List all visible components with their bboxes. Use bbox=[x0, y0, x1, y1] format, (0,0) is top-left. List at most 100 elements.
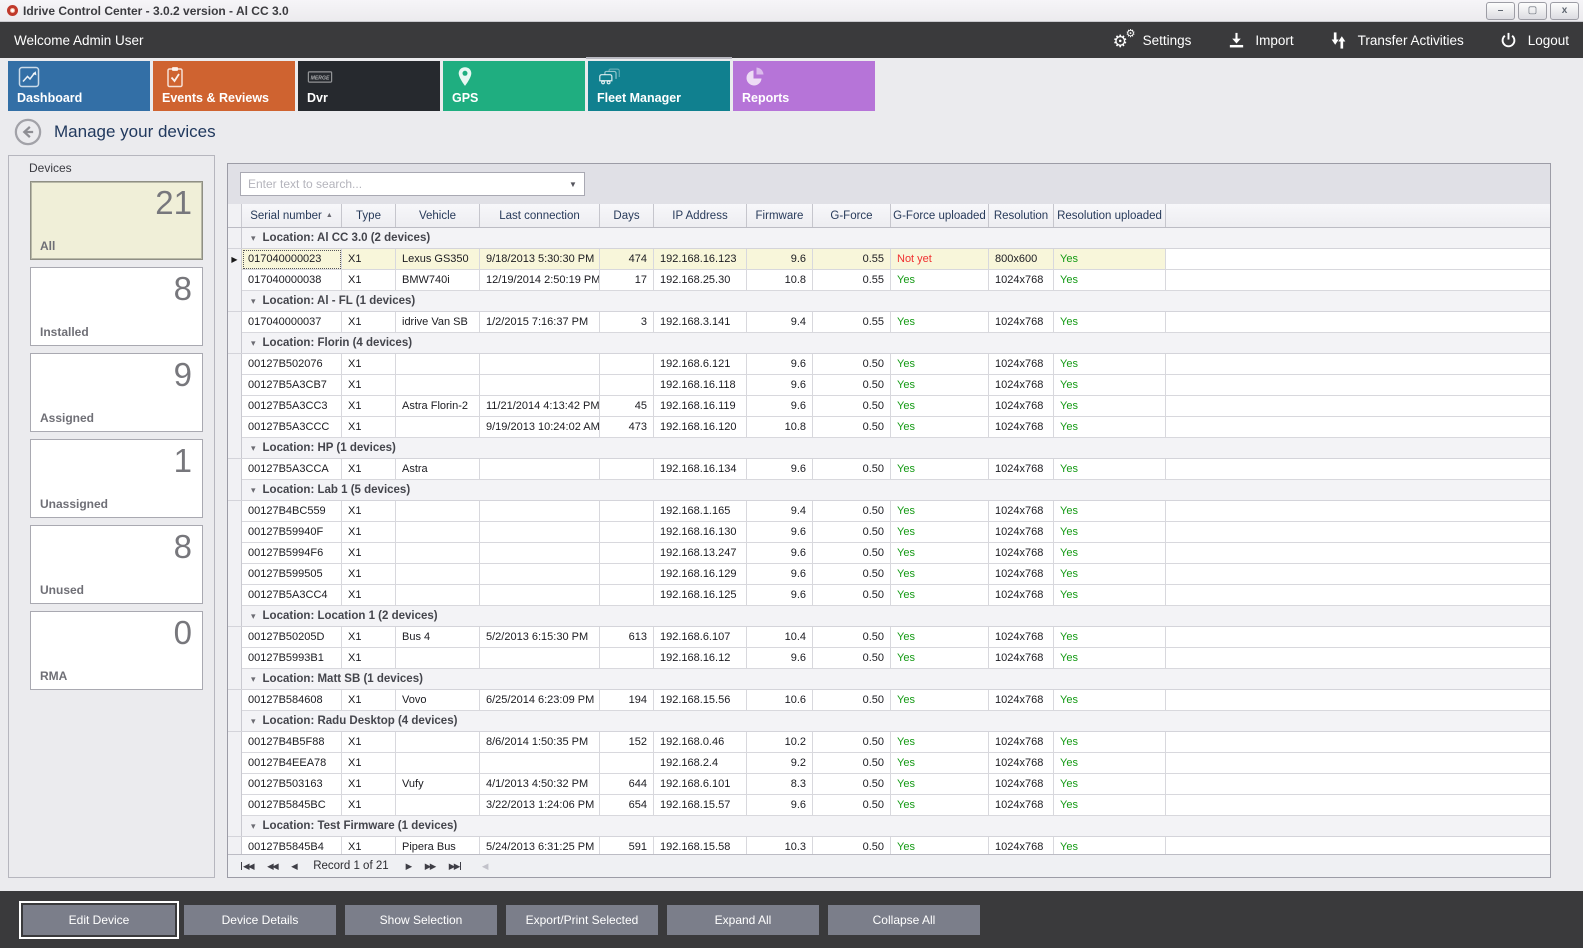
cell-vehicle[interactable] bbox=[396, 795, 480, 816]
cell-resolution[interactable]: 1024x768 bbox=[989, 543, 1054, 564]
cell-resolution-uploaded[interactable]: Yes bbox=[1054, 774, 1166, 795]
device-row[interactable]: 00127B59940FX1192.168.16.1309.60.50Yes10… bbox=[228, 522, 1550, 543]
device-row[interactable]: 00127B503163X1Vufy4/1/2013 4:50:32 PM644… bbox=[228, 774, 1550, 795]
cell-g-force-uploaded[interactable]: Yes bbox=[891, 417, 989, 438]
cell-g-force-uploaded[interactable]: Yes bbox=[891, 690, 989, 711]
column-header-resolution[interactable]: Resolution bbox=[989, 204, 1054, 227]
cell-resolution-uploaded[interactable]: Yes bbox=[1054, 270, 1166, 291]
cell-resolution[interactable]: 1024x768 bbox=[989, 585, 1054, 606]
cell-type[interactable]: X1 bbox=[342, 459, 396, 480]
maximize-button[interactable]: ▢ bbox=[1518, 2, 1547, 20]
cell-days[interactable] bbox=[600, 375, 654, 396]
cell-g-force-uploaded[interactable]: Yes bbox=[891, 270, 989, 291]
cell-last-connection[interactable]: 6/25/2014 6:23:09 PM bbox=[480, 690, 600, 711]
cell-type[interactable]: X1 bbox=[342, 396, 396, 417]
cell-g-force[interactable]: 0.50 bbox=[813, 648, 891, 669]
cell-type[interactable]: X1 bbox=[342, 648, 396, 669]
back-button[interactable] bbox=[14, 118, 42, 146]
cell-last-connection[interactable] bbox=[480, 753, 600, 774]
cell-vehicle[interactable] bbox=[396, 501, 480, 522]
cell-type[interactable]: X1 bbox=[342, 837, 396, 854]
cell-vehicle[interactable] bbox=[396, 585, 480, 606]
cell-type[interactable]: X1 bbox=[342, 501, 396, 522]
cell-last-connection[interactable] bbox=[480, 564, 600, 585]
cell-resolution[interactable]: 1024x768 bbox=[989, 522, 1054, 543]
cell-last-connection[interactable] bbox=[480, 459, 600, 480]
cell-ip-address[interactable]: 192.168.16.130 bbox=[654, 522, 747, 543]
cell-type[interactable]: X1 bbox=[342, 249, 396, 270]
cell-firmware[interactable]: 10.6 bbox=[747, 690, 813, 711]
cell-resolution-uploaded[interactable]: Yes bbox=[1054, 501, 1166, 522]
cell-g-force-uploaded[interactable]: Yes bbox=[891, 774, 989, 795]
cell-vehicle[interactable] bbox=[396, 375, 480, 396]
device-row[interactable]: 017040000038X1BMW740i12/19/2014 2:50:19 … bbox=[228, 270, 1550, 291]
cell-g-force[interactable]: 0.50 bbox=[813, 522, 891, 543]
cell-resolution[interactable]: 1024x768 bbox=[989, 270, 1054, 291]
cell-resolution-uploaded[interactable]: Yes bbox=[1054, 417, 1166, 438]
tab-gps[interactable]: GPS bbox=[443, 61, 585, 111]
cell-resolution[interactable]: 1024x768 bbox=[989, 396, 1054, 417]
cell-days[interactable]: 654 bbox=[600, 795, 654, 816]
cell-serial-number[interactable]: 00127B5A3CC4 bbox=[242, 585, 342, 606]
cell-serial-number[interactable]: 00127B5A3CB7 bbox=[242, 375, 342, 396]
cell-ip-address[interactable]: 192.168.16.125 bbox=[654, 585, 747, 606]
column-header-type[interactable]: Type bbox=[342, 204, 396, 227]
cell-resolution[interactable]: 1024x768 bbox=[989, 753, 1054, 774]
cell-firmware[interactable]: 9.6 bbox=[747, 354, 813, 375]
cell-serial-number[interactable]: 017040000038 bbox=[242, 270, 342, 291]
cell-resolution[interactable]: 1024x768 bbox=[989, 627, 1054, 648]
tab-dvr[interactable]: MERGEDvr bbox=[298, 61, 440, 111]
cell-g-force-uploaded[interactable]: Yes bbox=[891, 522, 989, 543]
cell-resolution[interactable]: 1024x768 bbox=[989, 354, 1054, 375]
cell-ip-address[interactable]: 192.168.6.121 bbox=[654, 354, 747, 375]
cell-g-force-uploaded[interactable]: Yes bbox=[891, 837, 989, 854]
tab-reports[interactable]: Reports bbox=[733, 61, 875, 111]
cell-resolution-uploaded[interactable]: Yes bbox=[1054, 312, 1166, 333]
cell-firmware[interactable]: 9.6 bbox=[747, 543, 813, 564]
cell-resolution[interactable]: 1024x768 bbox=[989, 774, 1054, 795]
cell-type[interactable]: X1 bbox=[342, 417, 396, 438]
settings-button[interactable]: ⚙⚙Settings bbox=[1113, 30, 1192, 50]
cell-resolution-uploaded[interactable]: Yes bbox=[1054, 795, 1166, 816]
cell-g-force-uploaded[interactable]: Yes bbox=[891, 375, 989, 396]
cell-serial-number[interactable]: 00127B502076 bbox=[242, 354, 342, 375]
cell-ip-address[interactable]: 192.168.3.141 bbox=[654, 312, 747, 333]
group-row[interactable]: ▾Location: Radu Desktop (4 devices) bbox=[228, 711, 1550, 732]
device-row[interactable]: 00127B5A3CB7X1192.168.16.1189.60.50Yes10… bbox=[228, 375, 1550, 396]
cell-firmware[interactable]: 9.6 bbox=[747, 564, 813, 585]
cell-days[interactable]: 45 bbox=[600, 396, 654, 417]
device-row[interactable]: 00127B4BC559X1192.168.1.1659.40.50Yes102… bbox=[228, 501, 1550, 522]
cell-firmware[interactable]: 9.6 bbox=[747, 459, 813, 480]
cell-days[interactable] bbox=[600, 564, 654, 585]
show-selection-button[interactable]: Show Selection bbox=[345, 905, 497, 935]
device-row[interactable]: 00127B5993B1X1192.168.16.129.60.50Yes102… bbox=[228, 648, 1550, 669]
cell-last-connection[interactable]: 11/21/2014 4:13:42 PM bbox=[480, 396, 600, 417]
cell-resolution[interactable]: 1024x768 bbox=[989, 837, 1054, 854]
group-row[interactable]: ▾Location: Test Firmware (1 devices) bbox=[228, 816, 1550, 837]
cell-last-connection[interactable] bbox=[480, 501, 600, 522]
cell-g-force-uploaded[interactable]: Yes bbox=[891, 564, 989, 585]
cell-type[interactable]: X1 bbox=[342, 375, 396, 396]
cell-serial-number[interactable]: 00127B5A3CCC bbox=[242, 417, 342, 438]
cell-firmware[interactable]: 10.8 bbox=[747, 270, 813, 291]
column-header-g-force[interactable]: G-Force bbox=[813, 204, 891, 227]
cell-g-force-uploaded[interactable]: Yes bbox=[891, 753, 989, 774]
cell-serial-number[interactable]: 00127B50205D bbox=[242, 627, 342, 648]
previous-record-button[interactable]: ◀ bbox=[291, 862, 296, 871]
cell-ip-address[interactable]: 192.168.2.4 bbox=[654, 753, 747, 774]
cell-g-force[interactable]: 0.50 bbox=[813, 417, 891, 438]
device-row[interactable]: 00127B599505X1192.168.16.1299.60.50Yes10… bbox=[228, 564, 1550, 585]
device-details-button[interactable]: Device Details bbox=[184, 905, 336, 935]
cell-firmware[interactable]: 10.4 bbox=[747, 627, 813, 648]
cell-g-force[interactable]: 0.50 bbox=[813, 375, 891, 396]
cell-resolution[interactable]: 1024x768 bbox=[989, 564, 1054, 585]
cell-serial-number[interactable]: 00127B5994F6 bbox=[242, 543, 342, 564]
close-button[interactable]: x bbox=[1550, 2, 1579, 20]
column-header-firmware[interactable]: Firmware bbox=[747, 204, 813, 227]
previous-page-button[interactable]: ◀◀ bbox=[267, 862, 277, 871]
logout-button[interactable]: Logout bbox=[1498, 30, 1569, 50]
cell-days[interactable] bbox=[600, 543, 654, 564]
next-record-button[interactable]: ▶ bbox=[406, 862, 411, 871]
cell-vehicle[interactable] bbox=[396, 732, 480, 753]
cell-ip-address[interactable]: 192.168.16.120 bbox=[654, 417, 747, 438]
